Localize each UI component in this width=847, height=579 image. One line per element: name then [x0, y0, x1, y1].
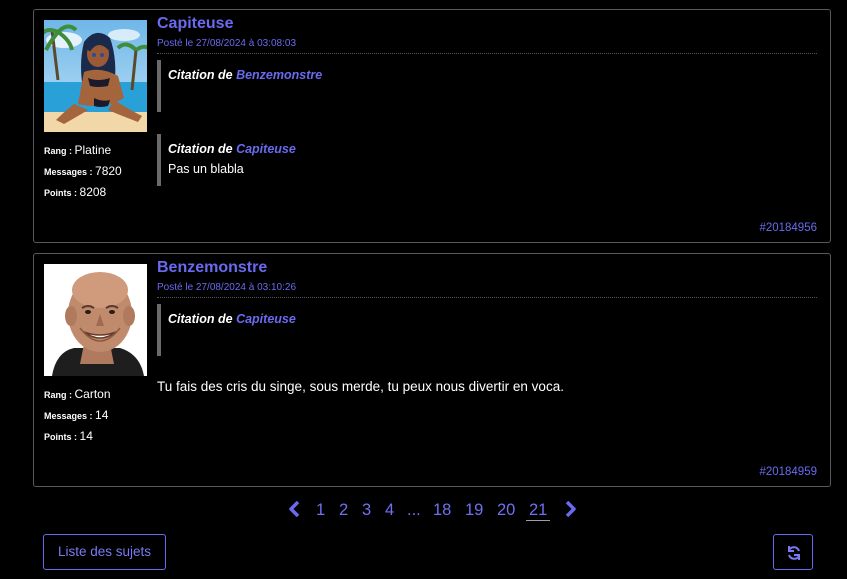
quote-header: Citation de Capiteuse	[168, 304, 817, 326]
page-link-19[interactable]: 19	[465, 500, 483, 520]
quote-block: Citation de Benzemonstre	[157, 60, 817, 112]
page-link-3[interactable]: 3	[362, 500, 371, 520]
pagination: 1 2 3 4 ... 18 19 20 21	[0, 498, 847, 524]
author-stats: Rang : Carton Messages : 14 Points : 14	[44, 387, 111, 443]
quote-header: Citation de Benzemonstre	[168, 60, 817, 82]
topic-list-button[interactable]: Liste des sujets	[43, 534, 166, 570]
quote-block: Citation de Capiteuse	[157, 304, 817, 356]
page-link-2[interactable]: 2	[339, 500, 348, 520]
quote-author[interactable]: Capiteuse	[236, 142, 296, 156]
post-date: Posté le 27/08/2024 à 03:08:03	[157, 37, 817, 54]
rank-value: Platine	[74, 143, 112, 157]
refresh-button[interactable]	[773, 534, 813, 570]
quote-prefix: Citation de	[168, 142, 237, 156]
chevron-left-icon[interactable]	[288, 501, 300, 517]
post-content: Capiteuse Posté le 27/08/2024 à 03:08:03…	[157, 14, 817, 186]
quote-block: Citation de Capiteuse Pas un blabla	[157, 134, 817, 186]
forum-post: Rang : Carton Messages : 14 Points : 14 …	[33, 253, 831, 487]
author-stats: Rang : Platine Messages : 7820 Points : …	[44, 143, 122, 199]
page-link-18[interactable]: 18	[433, 500, 451, 520]
points-value: 14	[79, 429, 93, 443]
refresh-icon	[788, 546, 800, 560]
rank-value: Carton	[74, 387, 111, 401]
post-author[interactable]: Capiteuse	[157, 14, 817, 33]
points-value: 8208	[79, 185, 107, 199]
bald-man-avatar[interactable]	[44, 264, 147, 376]
post-text: Tu fais des cris du singe, sous merde, t…	[157, 379, 564, 394]
page-link-20[interactable]: 20	[497, 500, 515, 520]
forum-post: Rang : Platine Messages : 7820 Points : …	[33, 9, 831, 243]
points-label: Points	[44, 188, 72, 198]
page-link-4[interactable]: 4	[385, 500, 394, 520]
post-date: Posté le 27/08/2024 à 03:10:26	[157, 281, 817, 298]
quote-author[interactable]: Benzemonstre	[236, 68, 322, 82]
points-label: Points	[44, 432, 72, 442]
quote-author[interactable]: Capiteuse	[236, 312, 296, 326]
messages-label: Messages	[44, 167, 88, 177]
messages-value: 7820	[95, 164, 122, 178]
messages-value: 14	[95, 408, 109, 422]
quote-prefix: Citation de	[168, 68, 237, 82]
post-content: Benzemonstre Posté le 27/08/2024 à 03:10…	[157, 258, 817, 394]
quote-header: Citation de Capiteuse	[168, 134, 817, 156]
messages-label: Messages	[44, 411, 88, 421]
page-link-1[interactable]: 1	[316, 500, 325, 520]
post-author[interactable]: Benzemonstre	[157, 258, 817, 277]
rank-label: Rang	[44, 146, 67, 156]
rank-label: Rang	[44, 390, 67, 400]
chevron-right-icon[interactable]	[565, 501, 577, 517]
quote-text: Pas un blabla	[168, 162, 244, 176]
page-ellipsis: ...	[407, 501, 421, 519]
post-id-link[interactable]: #20184956	[759, 222, 817, 234]
post-id-link[interactable]: #20184959	[759, 466, 817, 478]
quote-prefix: Citation de	[168, 312, 237, 326]
anime-girl-beach-avatar[interactable]	[44, 20, 147, 132]
page-current: 21	[526, 500, 551, 521]
